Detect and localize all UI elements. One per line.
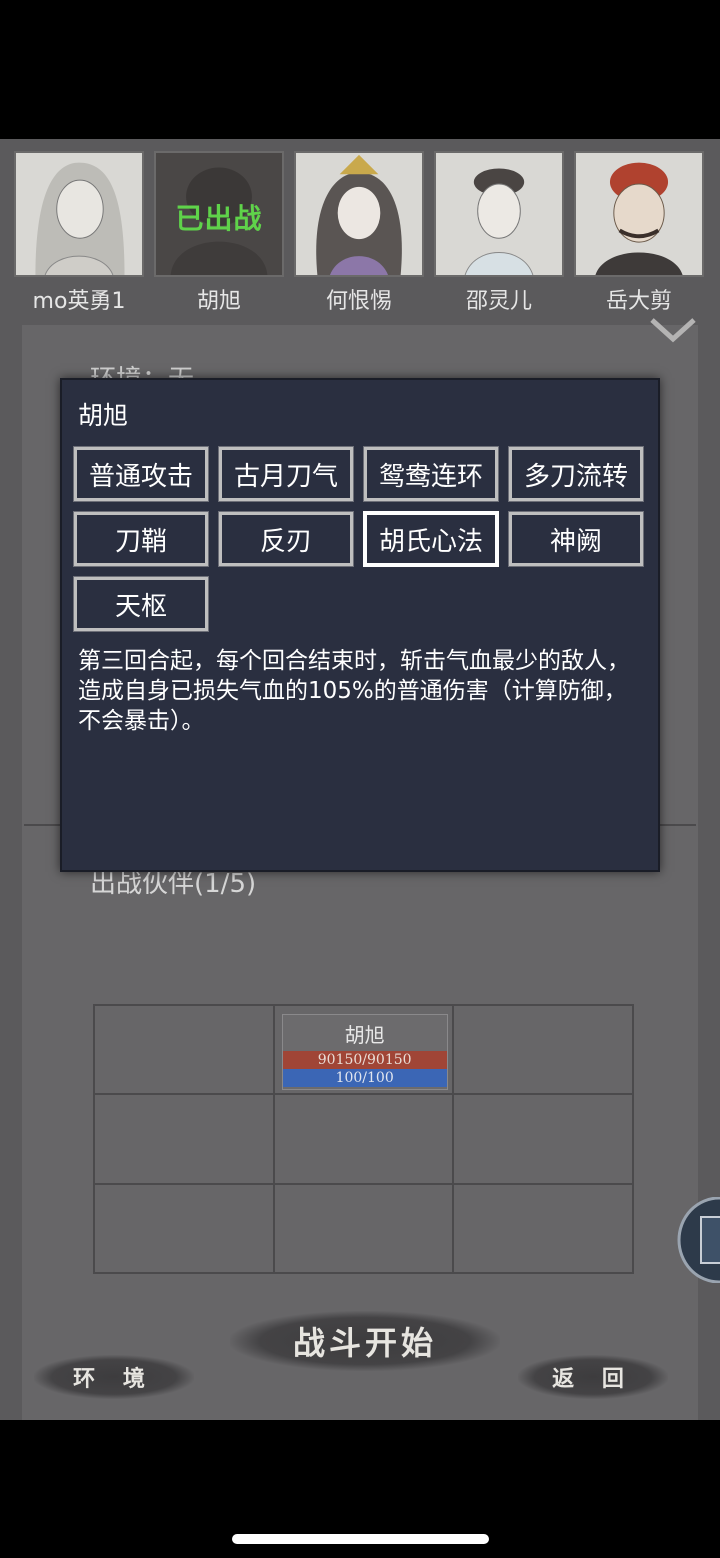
hero-portrait-5[interactable]	[574, 151, 704, 277]
hero-portrait-2[interactable]: 已出战	[154, 151, 284, 277]
hero-name-1: mo英勇1	[32, 289, 126, 314]
skill-button[interactable]: 神阙	[508, 511, 644, 567]
environment-button[interactable]: 环 境	[34, 1355, 194, 1399]
game-screen: 已出战 mo英勇1 胡旭 何恨惕 邵灵儿 岳大剪 环境：无 出战伙伴(	[0, 139, 720, 1420]
formation-slot[interactable]	[273, 1094, 454, 1184]
formation-slot[interactable]: 胡旭 90150/90150 100/100	[273, 1005, 454, 1095]
formation-slot[interactable]	[453, 1094, 633, 1184]
deployed-tag: 已出战	[175, 202, 263, 235]
formation-slot[interactable]	[94, 1183, 274, 1273]
mp-bar: 100/100	[282, 1069, 447, 1087]
formation-slot[interactable]	[453, 1183, 633, 1273]
skill-popup: 胡旭 普通攻击 古月刀气 鸳鸯连环 多刀流转 刀鞘 反刃 胡氏心法 神阙 天枢 …	[60, 378, 660, 872]
skill-description: 第三回合起，每个回合结束时，斩击气血最少的敌人，造成自身已损失气血的105%的普…	[78, 648, 630, 734]
skill-button[interactable]: 古月刀气	[218, 446, 354, 502]
hero-name-2: 胡旭	[196, 289, 241, 314]
unit-card[interactable]: 胡旭 90150/90150 100/100	[281, 1014, 448, 1090]
skill-button[interactable]: 普通攻击	[73, 446, 209, 502]
hero-portrait-art	[35, 162, 125, 275]
hero-name-4: 邵灵儿	[465, 289, 532, 314]
hero-portrait-art	[464, 168, 534, 275]
back-button[interactable]: 返 回	[518, 1355, 668, 1399]
formation-slot[interactable]	[94, 1005, 274, 1095]
side-scroll-icon[interactable]	[677, 1197, 720, 1283]
hero-portrait-art	[316, 154, 402, 275]
formation-slot[interactable]	[453, 1005, 633, 1095]
popup-title: 胡旭	[78, 401, 129, 430]
skill-button[interactable]: 反刃	[218, 511, 354, 567]
start-battle-button[interactable]: 战斗开始	[230, 1311, 500, 1371]
formation-slot[interactable]	[273, 1183, 454, 1273]
formation-slot[interactable]	[94, 1094, 274, 1184]
hero-portrait-art	[595, 162, 683, 275]
hero-portrait-3[interactable]	[294, 151, 424, 277]
hp-bar: 90150/90150	[282, 1051, 447, 1069]
formation-grid: 胡旭 90150/90150 100/100	[93, 1004, 634, 1274]
hero-portrait-1[interactable]	[14, 151, 144, 277]
skill-button[interactable]: 鸳鸯连环	[363, 446, 499, 502]
skill-button[interactable]: 多刀流转	[508, 446, 644, 502]
skill-button-selected[interactable]: 胡氏心法	[363, 511, 499, 567]
skill-button[interactable]: 刀鞘	[73, 511, 209, 567]
home-indicator[interactable]	[232, 1534, 489, 1544]
unit-name: 胡旭	[344, 1023, 385, 1047]
hero-name-5: 岳大剪	[605, 289, 672, 314]
hero-portrait-4[interactable]	[434, 151, 564, 277]
skill-button[interactable]: 天枢	[73, 576, 209, 632]
hero-name-3: 何恨惕	[325, 289, 392, 314]
chevron-down-icon[interactable]	[650, 317, 696, 343]
